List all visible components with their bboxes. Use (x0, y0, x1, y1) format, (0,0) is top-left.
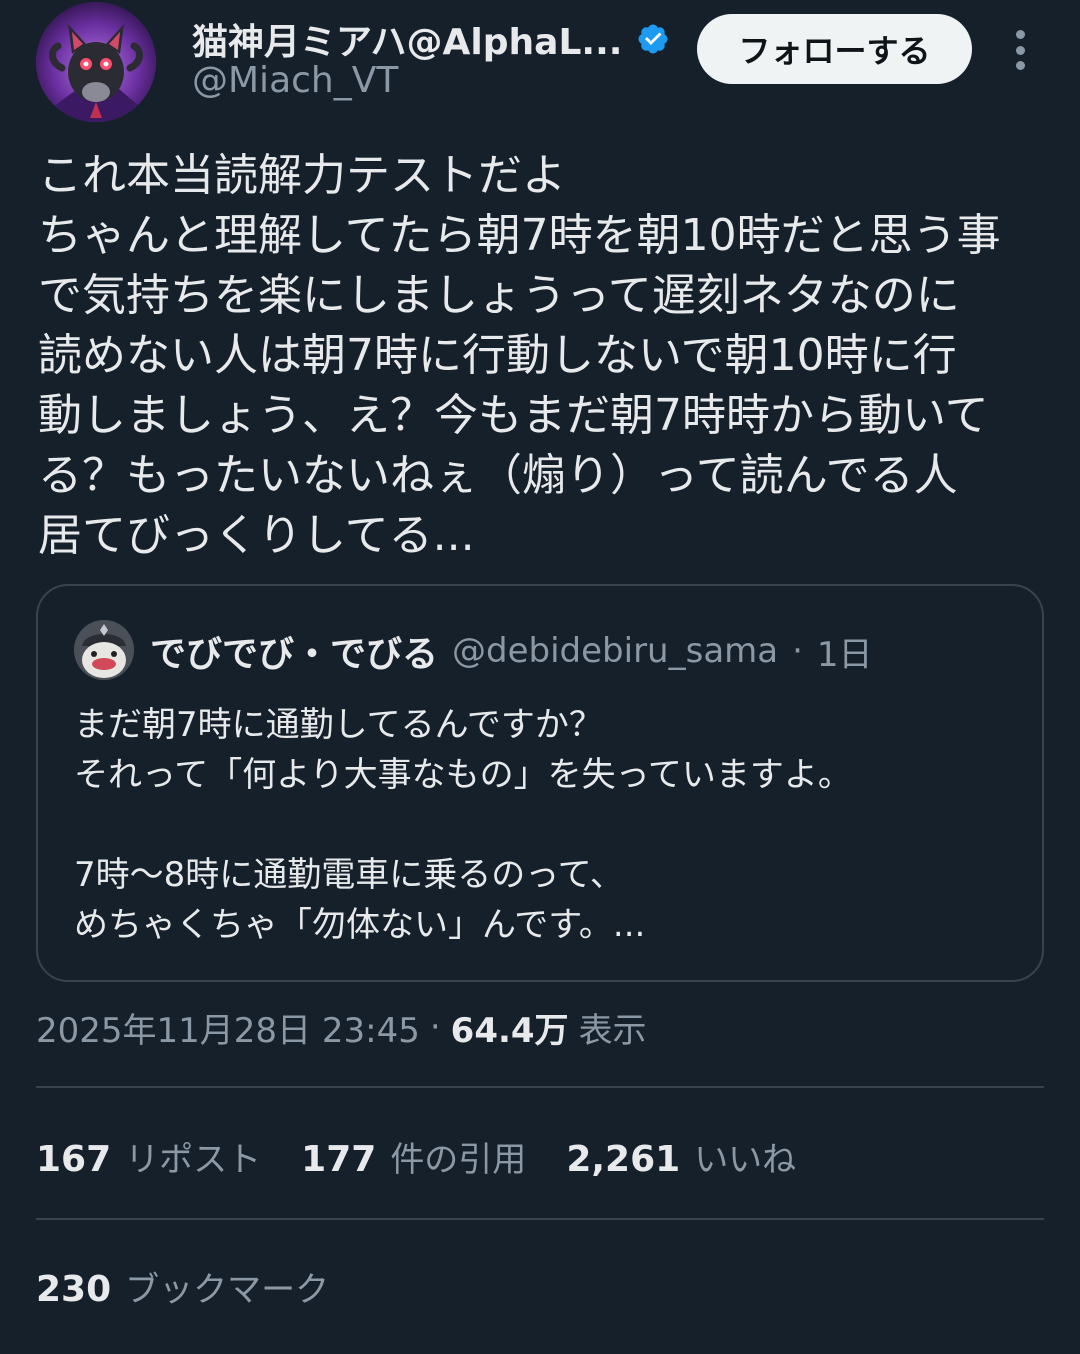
follow-button[interactable]: フォローする (697, 14, 972, 84)
quote-display-name[interactable]: でびでび・でびる (150, 625, 438, 677)
more-dot (1015, 30, 1025, 39)
more-options-icon[interactable] (1004, 26, 1036, 74)
divider (36, 1086, 1044, 1088)
quotes-label: 件の引用 (390, 1139, 527, 1180)
more-dot (1015, 45, 1025, 55)
reposts-label: リポスト (125, 1139, 262, 1180)
meta-separator: · (429, 1007, 441, 1047)
more-dot (1015, 61, 1025, 70)
bookmarks-stat[interactable]: 230 ブックマーク (36, 1262, 329, 1314)
author-handle[interactable]: @Miach_VT (192, 60, 398, 101)
tweet-text-line: 居てびっくりしてる... (38, 510, 475, 561)
quote-text: まだ朝7時に通勤してるんですか？ それって「何より大事なもの」を失っていますよ。… (74, 700, 1014, 950)
view-count: 64.4万 (450, 1010, 569, 1051)
likes-label: いいね (694, 1139, 797, 1180)
quote-paragraph-gap (74, 800, 1014, 850)
tweet-text-line: る？もったいないねぇ（煽り）って読んでる人 (38, 450, 958, 501)
likes-count: 2,261 (566, 1138, 681, 1180)
purple-cat-avatar-icon (36, 2, 156, 122)
character-avatar-icon (74, 620, 134, 680)
author-display-name[interactable]: 猫神月ミアハ@AlphaL... (192, 13, 622, 65)
quotes-stat[interactable]: 177 件の引用 (301, 1132, 526, 1181)
quote-timestamp: 1日 (816, 634, 873, 675)
bookmarks-label: ブックマーク (125, 1270, 330, 1310)
quote-separator: · (792, 631, 803, 671)
tweet-timestamp[interactable]: 2025年11月28日 23:45 (36, 1003, 420, 1052)
verified-badge-icon (638, 24, 668, 54)
view-count-label: 表示 (578, 1010, 647, 1051)
tweet-text-line: ちゃんと理解してたら朝7時を朝10時だと思う事 (38, 210, 1001, 261)
quotes-count: 177 (301, 1138, 377, 1180)
reposts-count: 167 (36, 1138, 112, 1180)
quote-handle[interactable]: @debidebiru_sama (452, 631, 778, 671)
tweet-detail-page: 猫神月ミアハ@AlphaL... @Miach_VT フォローする これ本当読解… (0, 0, 1080, 1354)
quote-text-line: まだ朝7時に通勤してるんですか？ (74, 705, 603, 745)
quote-author-avatar[interactable] (74, 620, 134, 680)
quote-text-line: それって「何より大事なもの」を失っていますよ。 (74, 755, 852, 795)
tweet-text-line: で気持ちを楽にしましょうって遅刻ネタなのに (38, 270, 960, 321)
tweet-meta: 2025年11月28日 23:45 · 64.4万 表示 (36, 1002, 647, 1052)
quote-text-line: めちゃくちゃ「勿体ない」んです。... (74, 905, 646, 945)
quote-text-line: 7時〜8時に通勤電車に乗るのって、 (74, 855, 624, 895)
author-avatar[interactable] (36, 2, 156, 122)
tweet-text-line: これ本当読解力テストだよ (38, 150, 566, 201)
quote-header[interactable]: でびでび・でびる @debidebiru_sama · 1日 (150, 626, 873, 676)
reposts-stat[interactable]: 167 リポスト (36, 1132, 261, 1181)
quoted-tweet-card[interactable]: でびでび・でびる @debidebiru_sama · 1日 まだ朝7時に通勤し… (36, 584, 1044, 982)
engagement-stats: 167 リポスト 177 件の引用 2,261 いいね (36, 1130, 796, 1182)
likes-stat[interactable]: 2,261 いいね (566, 1132, 796, 1181)
tweet-text-line: 動しましょう、え？今もまだ朝7時時から動いて (38, 390, 989, 441)
tweet-text: これ本当読解力テストだよ ちゃんと理解してたら朝7時を朝10時だと思う事 で気持… (38, 146, 1048, 566)
divider (36, 1218, 1044, 1220)
author-name-row[interactable]: 猫神月ミアハ@AlphaL... (192, 14, 670, 64)
bookmarks-count: 230 (36, 1269, 112, 1310)
tweet-text-line: 読めない人は朝7時に行動しないで朝10時に行 (38, 330, 957, 381)
